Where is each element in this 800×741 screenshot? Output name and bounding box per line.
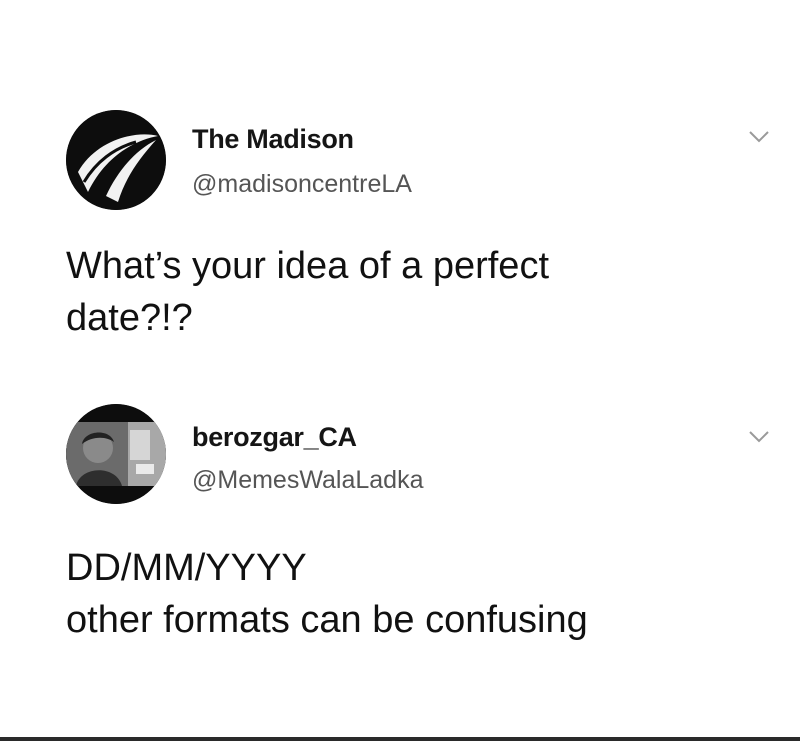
user-handle[interactable]: @madisoncentreLA [192, 170, 412, 199]
tweet-text: What’s your idea of a perfect date?!? [66, 240, 549, 344]
berozgar-avatar[interactable] [66, 404, 166, 504]
tweet-text-line: other formats can be confusing [66, 599, 588, 641]
tweet-text-line: DD/MM/YYYY [66, 547, 307, 589]
user-handle[interactable]: @MemesWalaLadka [192, 466, 423, 495]
madison-logo-icon [66, 110, 166, 210]
chevron-down-icon[interactable] [748, 130, 770, 144]
madison-avatar[interactable] [66, 110, 166, 210]
tweet-text-line: What’s your idea of a perfect [66, 245, 549, 287]
bottom-divider [0, 737, 800, 741]
tweet-text: DD/MM/YYYY other formats can be confusin… [66, 542, 588, 646]
tweet-text-line: date?!? [66, 297, 193, 339]
chevron-down-icon[interactable] [748, 430, 770, 444]
display-name[interactable]: berozgar_CA [192, 422, 357, 453]
profile-photo [66, 404, 166, 504]
display-name[interactable]: The Madison [192, 124, 354, 155]
